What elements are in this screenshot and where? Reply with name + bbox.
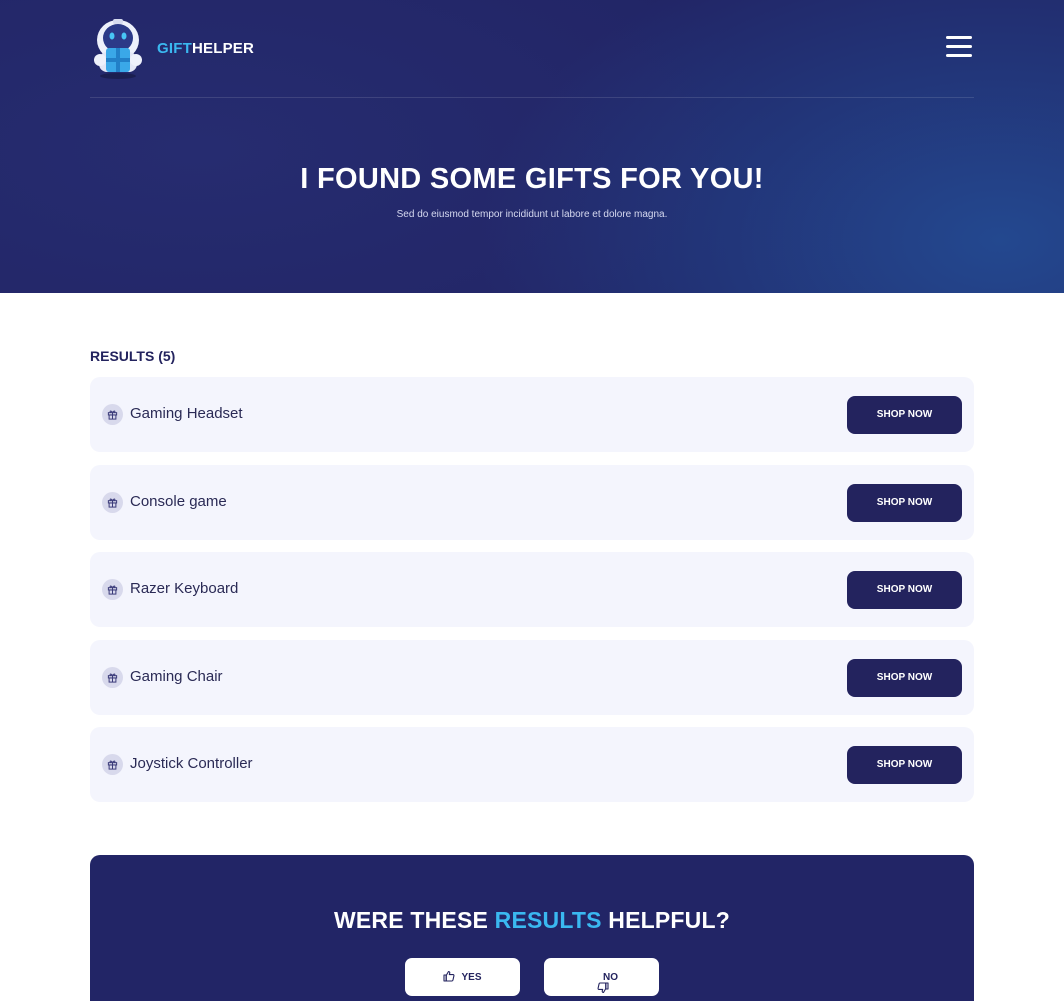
shop-now-button[interactable]: SHOP NOW — [847, 483, 962, 522]
site-header: GIFTHELPER — [90, 0, 974, 98]
gift-icon — [102, 579, 123, 600]
result-card: Razer Keyboard SHOP NOW — [90, 552, 974, 627]
results-heading: RESULTS (5) — [90, 348, 176, 364]
feedback-title-end: HELPFUL? — [601, 907, 730, 933]
feedback-yes-button[interactable]: YES — [405, 958, 520, 996]
gift-icon — [102, 491, 123, 513]
results-list: Gaming Headset SHOP NOW Console game SHO… — [90, 377, 974, 815]
menu-line — [946, 36, 972, 39]
menu-line — [946, 54, 972, 57]
brand-name-gift: GIFT — [157, 40, 192, 57]
gift-icon — [102, 404, 123, 425]
feedback-no-button[interactable]: NO — [544, 958, 659, 996]
result-card: Console game SHOP NOW — [90, 464, 974, 540]
robot-gift-logo[interactable] — [90, 16, 146, 80]
feedback-panel: WERE THESE RESULTS HELPFUL? YES NO — [90, 855, 974, 1001]
brand-name[interactable]: GIFTHELPER — [157, 40, 254, 57]
feedback-title-highlight: RESULTS — [494, 907, 602, 933]
gift-icon — [102, 754, 123, 775]
feedback-title: WERE THESE RESULTS HELPFUL? — [90, 907, 974, 934]
feedback-title-start: WERE THESE — [333, 907, 495, 933]
hamburger-menu-icon[interactable] — [944, 34, 974, 60]
feedback-no-label: NO — [603, 971, 618, 983]
result-card: Gaming Headset SHOP NOW — [90, 377, 974, 452]
shop-now-button[interactable]: SHOP NOW — [847, 746, 962, 784]
result-item-name: Gaming Chair — [130, 667, 223, 685]
result-item-name: Console game — [130, 492, 227, 510]
feedback-yes-label: YES — [461, 971, 482, 983]
page-title: I FOUND SOME GIFTS FOR YOU! — [300, 163, 764, 195]
thumbs-up-icon — [443, 970, 455, 985]
shop-now-button[interactable]: SHOP NOW — [847, 571, 962, 609]
menu-line — [946, 45, 972, 48]
result-card: Gaming Chair SHOP NOW — [90, 639, 974, 715]
shop-now-button[interactable]: SHOP NOW — [847, 658, 962, 697]
shop-now-button[interactable]: SHOP NOW — [847, 396, 962, 434]
page-subtitle: Sed do eiusmod tempor incididunt ut labo… — [396, 209, 668, 220]
gift-icon — [102, 666, 123, 688]
result-item-name: Razer Keyboard — [130, 580, 239, 597]
thumbs-down-icon — [585, 970, 609, 993]
result-item-name: Gaming Headset — [130, 405, 243, 422]
hero-banner: GIFTHELPER I FOUND SOME GIFTS FOR YOU! S… — [0, 0, 1064, 293]
result-card: Joystick Controller SHOP NOW — [90, 727, 974, 802]
brand-name-helper: HELPER — [191, 40, 255, 57]
result-item-name: Joystick Controller — [130, 755, 253, 772]
